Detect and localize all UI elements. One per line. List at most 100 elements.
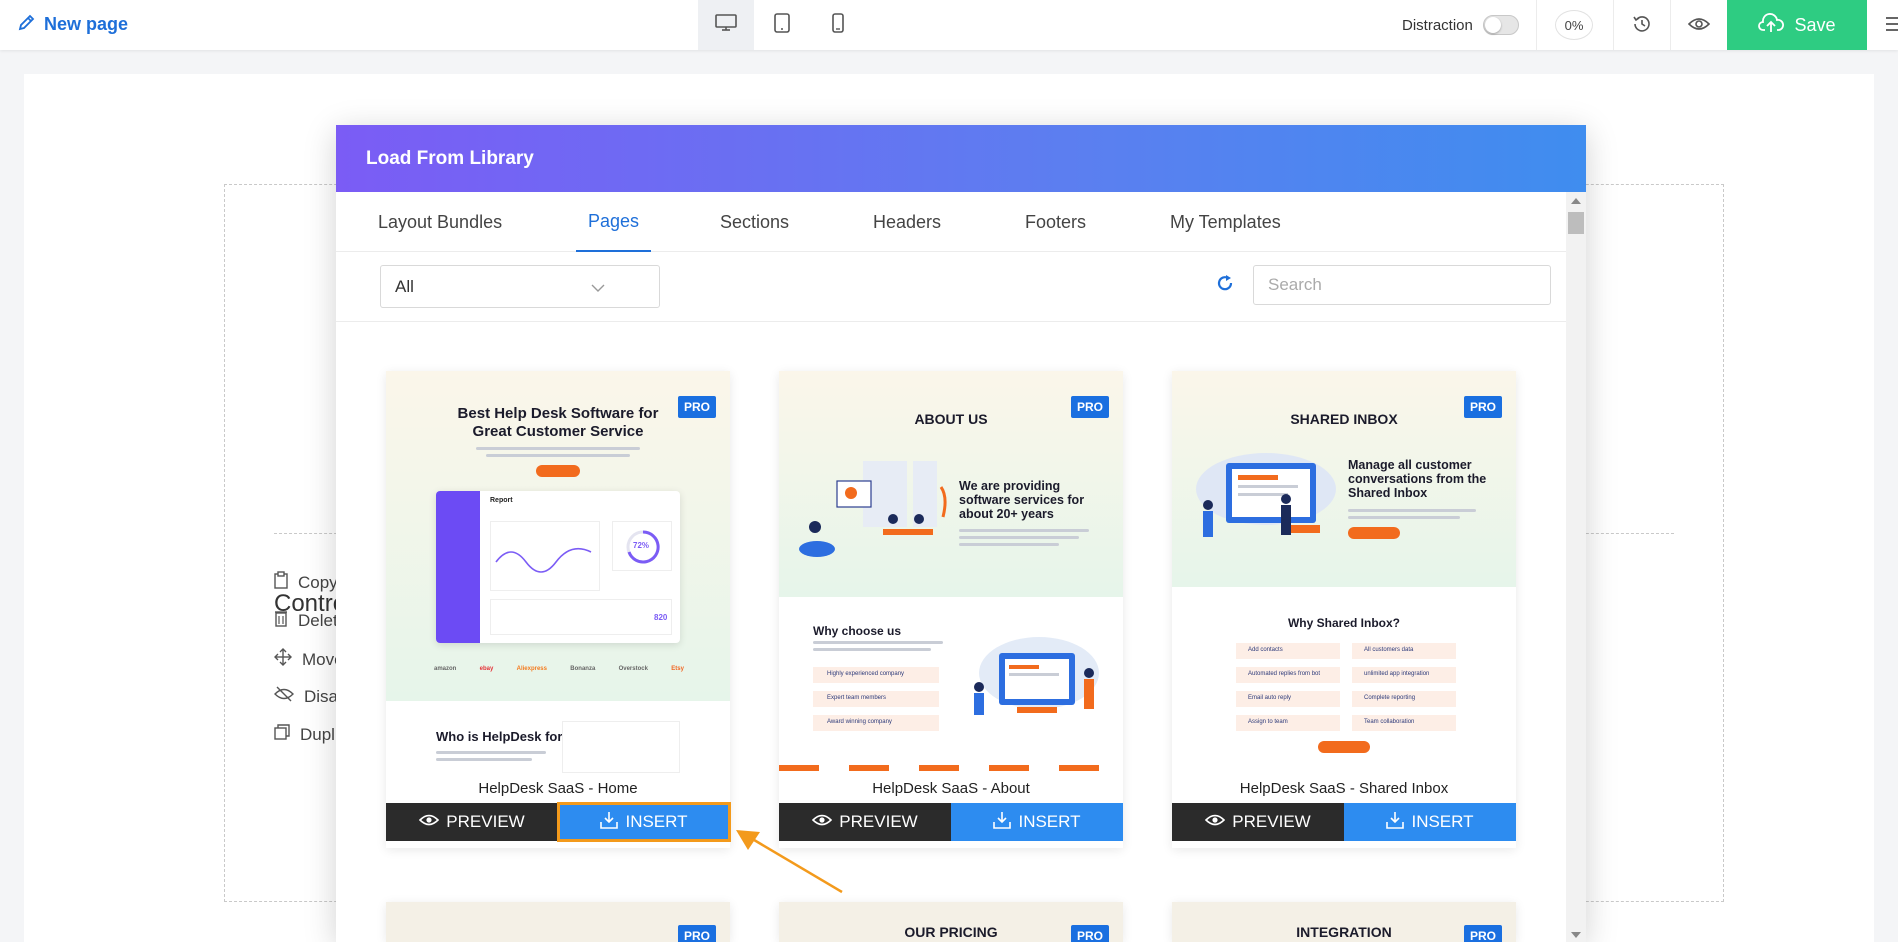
desktop-icon <box>715 13 737 37</box>
dashboard-table <box>490 599 672 635</box>
card-actions: PREVIEW INSERT <box>386 802 731 842</box>
move-icon <box>274 648 292 671</box>
dashboard-chart <box>490 521 600 591</box>
annotation-arrow <box>730 820 850 905</box>
desk-illustration <box>959 633 1109 733</box>
modal-title: Load From Library <box>366 147 534 169</box>
thumbnail-footer-strip <box>779 765 1123 771</box>
download-icon <box>600 811 619 834</box>
template-title: HelpDesk SaaS - Home <box>478 779 638 797</box>
scroll-down-arrow-icon[interactable] <box>1571 932 1581 938</box>
pro-badge: PRO <box>1463 396 1502 418</box>
brand-logo: Overstock <box>618 666 648 672</box>
insert-label: INSERT <box>1411 812 1474 831</box>
scrollbar[interactable] <box>1566 192 1586 942</box>
tab-headers[interactable]: Headers <box>873 192 941 252</box>
brand-logo: ebay <box>479 666 494 672</box>
scroll-up-arrow-icon[interactable] <box>1571 198 1581 204</box>
thumbnail-text-line <box>959 543 1059 546</box>
thumbnail-section: Who is HelpDesk for? <box>386 701 730 773</box>
preview-button[interactable]: PREVIEW <box>386 803 558 841</box>
thumbnail-tagline: Manage all customer conversations from t… <box>1348 458 1487 500</box>
scroll-thumb[interactable] <box>1568 212 1584 234</box>
insert-button[interactable]: INSERT <box>557 802 731 842</box>
thumbnail-text-line <box>486 454 630 457</box>
save-button[interactable]: Save <box>1727 0 1867 50</box>
pro-badge: PRO <box>1070 396 1109 418</box>
insert-button[interactable]: INSERT <box>951 803 1123 841</box>
thumbnail-subheading: Why Shared Inbox? <box>1287 616 1400 630</box>
template-card: PRO SHARED INBOX Manage all customer con… <box>1172 371 1516 848</box>
trash-icon <box>274 609 288 632</box>
feature-row: Email auto reply <box>1236 691 1340 707</box>
tab-layout-bundles[interactable]: Layout Bundles <box>378 192 502 252</box>
thumbnail-cta <box>1318 741 1370 753</box>
top-bar: New page Distraction 0% Save <box>0 0 1898 50</box>
progress-indicator: 0% <box>1555 10 1593 40</box>
page-title: New page <box>44 14 129 34</box>
divider <box>1670 0 1671 50</box>
brand-logo: Bonanza <box>570 666 596 672</box>
brand-logo: Aliexpress <box>516 666 547 672</box>
preview-button[interactable]: PREVIEW <box>1172 803 1344 841</box>
tab-my-templates[interactable]: My Templates <box>1170 192 1281 252</box>
divider <box>1613 0 1614 50</box>
filter-row: All <box>336 252 1566 322</box>
modal-header: Load From Library <box>336 125 1586 192</box>
template-title: HelpDesk SaaS - Shared Inbox <box>1239 779 1449 797</box>
tab-sections[interactable]: Sections <box>720 192 789 252</box>
desktop-view-button[interactable] <box>698 0 754 50</box>
template-card[interactable]: PRO <box>386 902 730 942</box>
copy-control[interactable]: Copy <box>274 571 338 594</box>
insert-button[interactable]: INSERT <box>1344 803 1516 841</box>
template-thumbnail[interactable]: PRO SHARED INBOX Manage all customer con… <box>1172 371 1516 773</box>
chevron-down-icon <box>591 277 605 297</box>
distraction-toggle[interactable] <box>1482 15 1519 35</box>
thumbnail-cta <box>1348 527 1400 539</box>
thumbnail-tagline: We are providing software services for a… <box>959 479 1085 521</box>
thumbnail-subheading: Who is HelpDesk for? <box>436 729 571 744</box>
thumbnail-text-line <box>813 641 943 644</box>
insert-label: INSERT <box>625 812 688 831</box>
inbox-illustration <box>1186 449 1346 559</box>
template-thumbnail[interactable]: PRO ABOUT US We are providing software s… <box>779 371 1123 773</box>
eye-icon <box>419 812 440 832</box>
download-icon <box>1386 811 1405 834</box>
search-input[interactable] <box>1253 265 1551 305</box>
template-thumbnail[interactable]: PRO Best Help Desk Software for Great Cu… <box>386 371 730 773</box>
card-actions: PREVIEW INSERT <box>1172 803 1516 841</box>
thumbnail-text-line <box>959 529 1089 532</box>
menu-icon[interactable] <box>1884 14 1898 39</box>
feature-row: All customers data <box>1352 643 1456 659</box>
feature-row: Add contacts <box>1236 643 1340 659</box>
feature-row: Expert team members <box>813 691 939 707</box>
dashboard-stat-value: 72% <box>633 541 650 550</box>
template-title: HelpDesk SaaS - About <box>872 779 1030 797</box>
clipboard-icon <box>274 571 288 594</box>
dashboard-stat-value-2: 820 <box>654 613 668 622</box>
template-card[interactable]: PRO OUR PRICING <box>779 902 1123 942</box>
insert-label: INSERT <box>1018 812 1081 831</box>
distraction-toggle-group: Distraction <box>1402 15 1519 35</box>
feature-row: Assign to team <box>1236 715 1340 731</box>
move-control[interactable]: Move <box>274 648 344 671</box>
brand-logo: Etsy <box>671 666 684 672</box>
thumbnail-text-line <box>959 536 1079 539</box>
tab-pages[interactable]: Pages <box>576 192 652 252</box>
page-title-link[interactable]: New page <box>18 13 128 36</box>
eye-icon[interactable] <box>1687 15 1711 38</box>
category-select[interactable]: All <box>380 265 660 308</box>
refresh-icon[interactable] <box>1216 274 1234 297</box>
dashboard-title: Report <box>490 497 513 504</box>
mobile-view-button[interactable] <box>810 0 866 50</box>
history-icon[interactable] <box>1631 13 1653 40</box>
tablet-view-button[interactable] <box>754 0 810 50</box>
tab-footers[interactable]: Footers <box>1025 192 1086 252</box>
dashboard-sidebar <box>436 491 480 643</box>
template-card[interactable]: PRO INTEGRATION <box>1172 902 1516 942</box>
category-select-value: All <box>395 276 414 296</box>
pro-badge: PRO <box>1463 925 1502 942</box>
feature-row: unlimited app integration <box>1352 667 1456 683</box>
thumbnail-text-line <box>813 648 931 651</box>
eye-slash-icon <box>274 686 294 707</box>
